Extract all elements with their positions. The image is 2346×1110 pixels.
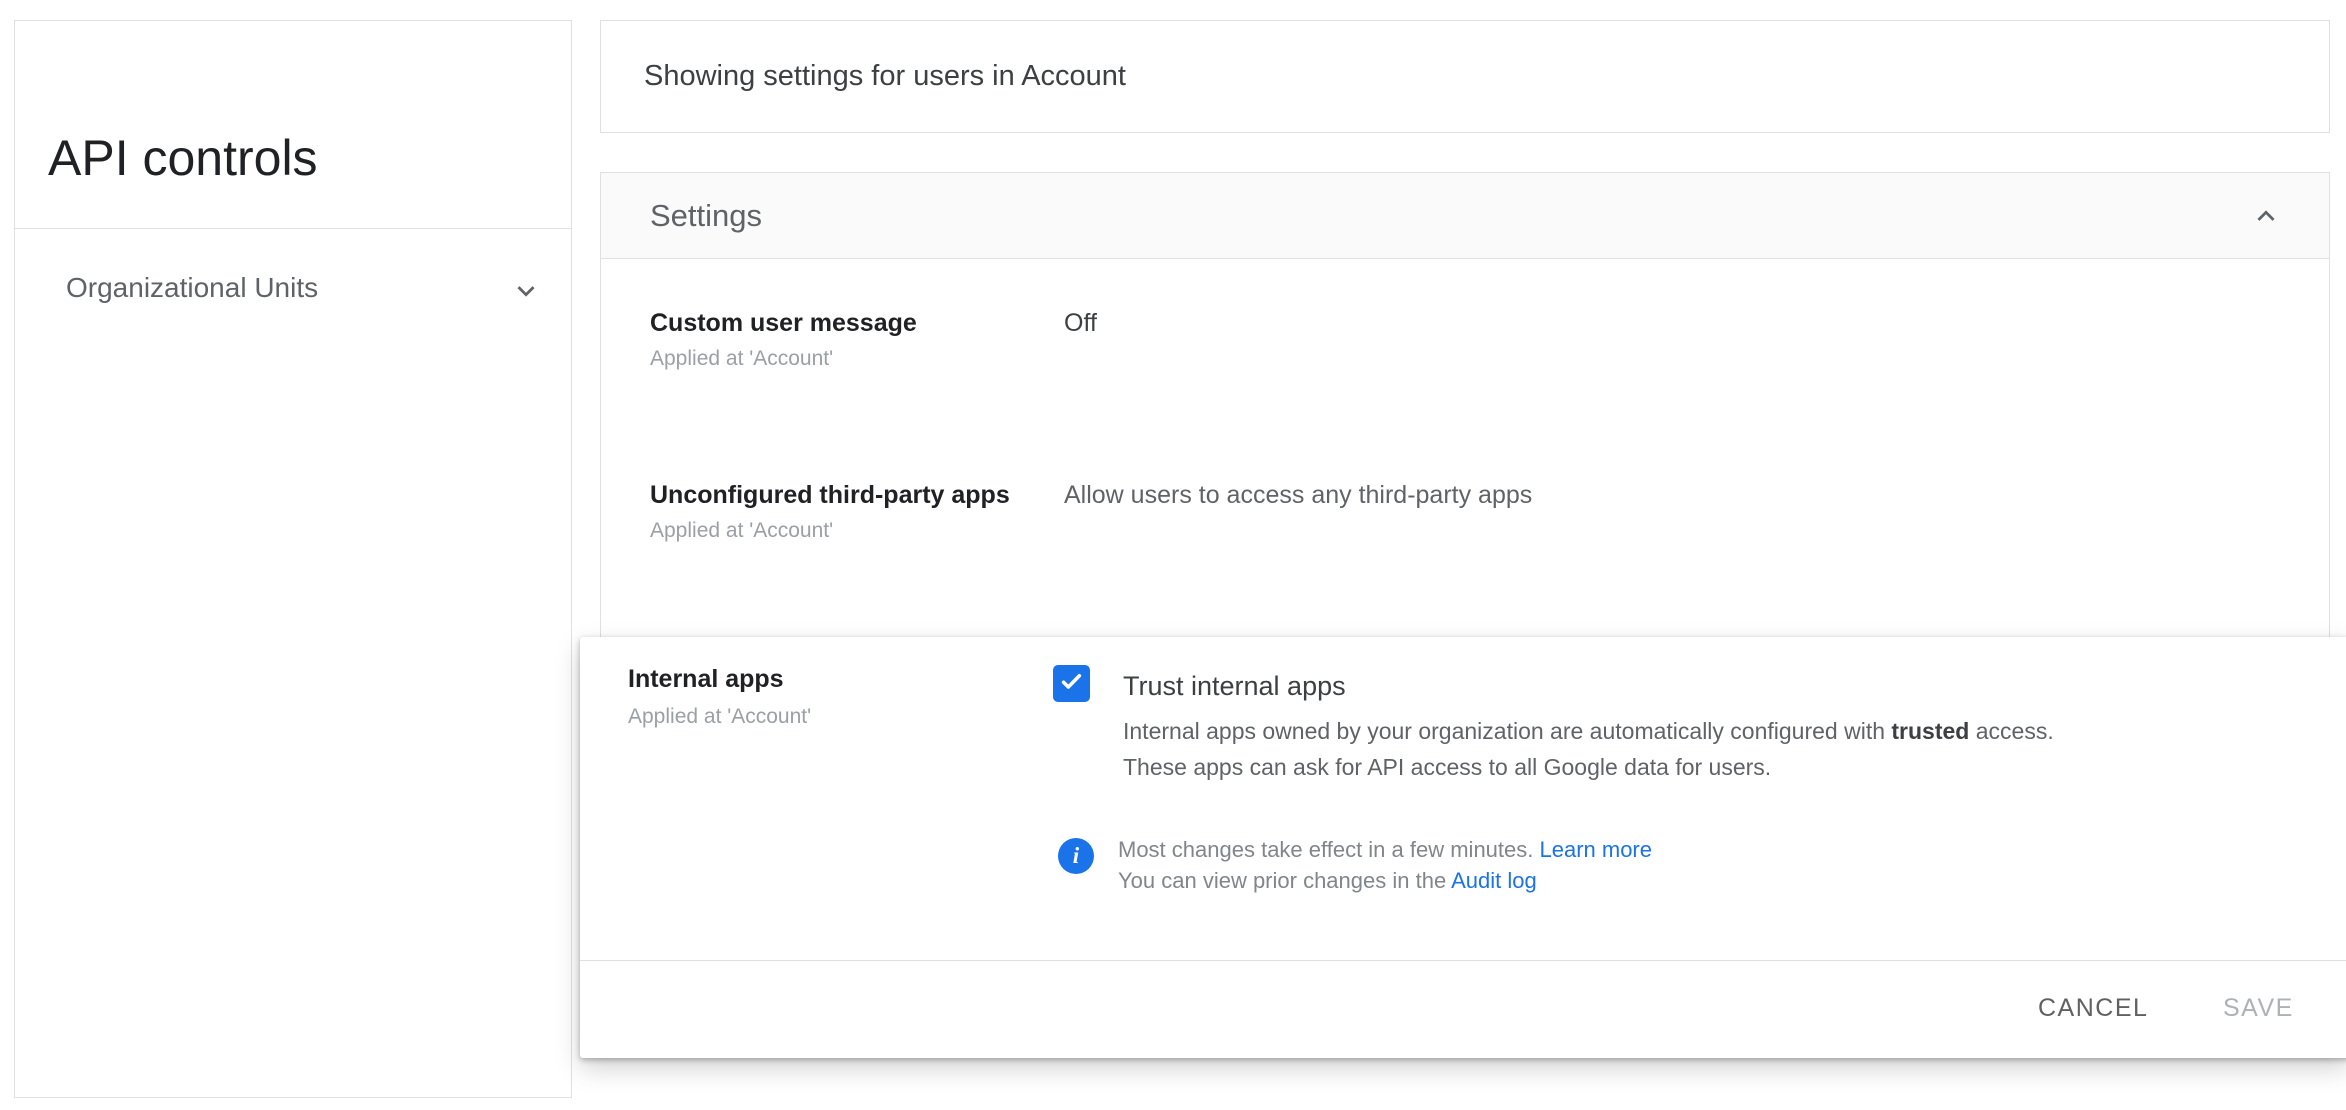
cancel-button[interactable]: CANCEL (2024, 986, 2162, 1031)
sidebar-divider (15, 228, 571, 229)
description-text: Internal apps owned by your organization… (1123, 718, 1892, 744)
page-title: API controls (48, 130, 318, 186)
checkbox-label: Trust internal apps (1123, 671, 1346, 701)
info-icon-glyph: i (1072, 843, 1080, 868)
organizational-units-label: Organizational Units (66, 272, 319, 303)
sidebar-item-organizational-units[interactable]: Organizational Units (15, 258, 571, 322)
chevron-down-icon (509, 274, 543, 308)
setting-label: Custom user message (650, 309, 917, 337)
page-root: API controls Organizational Units Showin… (0, 0, 2346, 1110)
internal-apps-edit-card: Internal apps Applied at 'Account' Trust… (580, 637, 2346, 1058)
settings-section-title: Settings (650, 197, 763, 233)
button-row-divider (580, 960, 2346, 961)
setting-label: Internal apps (628, 665, 784, 693)
chevron-up-icon[interactable] (2249, 199, 2283, 233)
info-note: Most changes take effect in a few minute… (1118, 834, 1652, 896)
description-text: access. (1969, 718, 2054, 744)
setting-applied-at: Applied at 'Account' (650, 347, 834, 370)
settings-section-header[interactable]: Settings (601, 173, 2329, 259)
description-text: These apps can ask for API access to all… (1123, 754, 1772, 780)
setting-row-unconfigured-third-party-apps[interactable]: Unconfigured third-party apps Applied at… (601, 479, 2329, 543)
info-icon: i (1058, 838, 1094, 874)
setting-value: Off (1064, 309, 1097, 337)
learn-more-link[interactable]: Learn more (1539, 837, 1652, 862)
setting-applied-at: Applied at 'Account' (628, 705, 812, 728)
audit-log-link[interactable]: Audit log (1451, 868, 1537, 893)
scope-bar: Showing settings for users in Account (600, 20, 2330, 133)
info-text: Most changes take effect in a few minute… (1118, 837, 1540, 862)
info-text: You can view prior changes in the (1118, 868, 1452, 893)
setting-row-custom-user-message[interactable]: Custom user message Applied at 'Account'… (601, 307, 2329, 371)
description-bold-text: trusted (1891, 718, 1970, 744)
trust-internal-apps-checkbox[interactable] (1053, 665, 1090, 702)
sidebar-card: API controls Organizational Units (14, 20, 572, 1098)
scope-text: Showing settings for users in Account (644, 60, 1126, 92)
checkmark-icon (1058, 668, 1085, 700)
setting-applied-at: Applied at 'Account' (650, 519, 834, 542)
setting-value: Allow users to access any third-party ap… (1064, 481, 1533, 509)
internal-apps-description: Internal apps owned by your organization… (1123, 713, 2054, 785)
settings-card: Settings Custom user message Applied at … (600, 172, 2330, 642)
save-button[interactable]: SAVE (2209, 986, 2308, 1031)
